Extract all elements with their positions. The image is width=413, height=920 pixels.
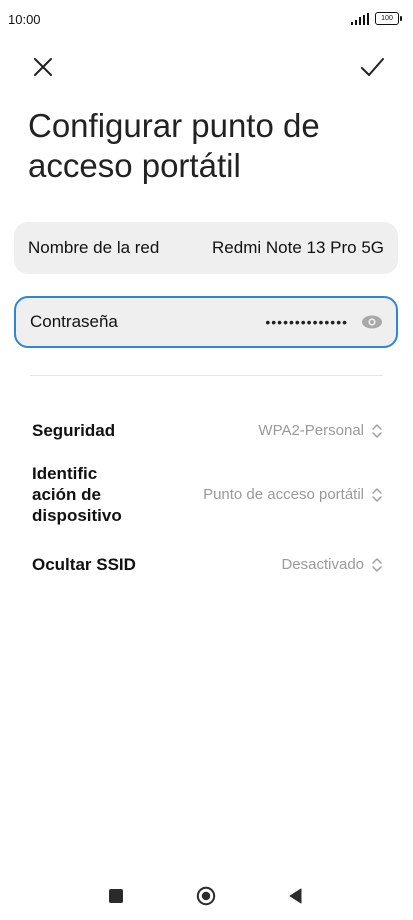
device-id-setting[interactable]: Identific ación de dispositivo Punto de … bbox=[32, 463, 384, 526]
status-time: 10:00 bbox=[8, 12, 41, 27]
network-name-label: Nombre de la red bbox=[28, 238, 160, 257]
status-indicators: 100 bbox=[351, 12, 402, 25]
updown-chevron-icon bbox=[372, 423, 382, 438]
home-button[interactable] bbox=[196, 886, 216, 906]
status-bar: 10:00 100 bbox=[0, 0, 413, 40]
hide-ssid-label: Ocultar SSID bbox=[32, 555, 136, 574]
close-button[interactable] bbox=[28, 52, 58, 82]
battery-level: 100 bbox=[381, 15, 393, 22]
check-icon bbox=[361, 58, 384, 76]
password-value: •••••••••••••• bbox=[265, 314, 348, 330]
security-label: Seguridad bbox=[32, 421, 116, 440]
password-label: Contraseña bbox=[30, 312, 118, 331]
security-setting[interactable]: Seguridad WPA2-Personal bbox=[32, 420, 384, 441]
network-name-value: Redmi Note 13 Pro 5G bbox=[212, 238, 384, 257]
device-id-value: Punto de acceso portátil bbox=[203, 486, 364, 503]
confirm-button[interactable] bbox=[357, 52, 387, 82]
battery-icon: 100 bbox=[375, 12, 402, 25]
network-name-field[interactable]: Nombre de la red Redmi Note 13 Pro 5G bbox=[14, 222, 398, 274]
signal-icon bbox=[351, 12, 369, 25]
eye-icon bbox=[362, 315, 382, 329]
hide-ssid-value: Desactivado bbox=[281, 556, 364, 573]
updown-chevron-icon bbox=[372, 487, 382, 502]
device-id-label: Identific ación de dispositivo bbox=[32, 464, 122, 525]
updown-chevron-icon bbox=[372, 557, 382, 572]
navigation-bar bbox=[0, 875, 413, 915]
hide-ssid-setting[interactable]: Ocultar SSID Desactivado bbox=[32, 554, 384, 575]
security-value: WPA2-Personal bbox=[258, 422, 364, 439]
close-icon bbox=[34, 58, 52, 76]
back-button[interactable] bbox=[287, 887, 303, 905]
toggle-password-visibility[interactable] bbox=[360, 310, 384, 334]
password-field[interactable]: Contraseña •••••••••••••• bbox=[14, 296, 398, 348]
recents-button[interactable] bbox=[109, 889, 123, 903]
page-title: Configurar punto de acceso portátil bbox=[28, 107, 320, 184]
divider bbox=[30, 375, 383, 376]
